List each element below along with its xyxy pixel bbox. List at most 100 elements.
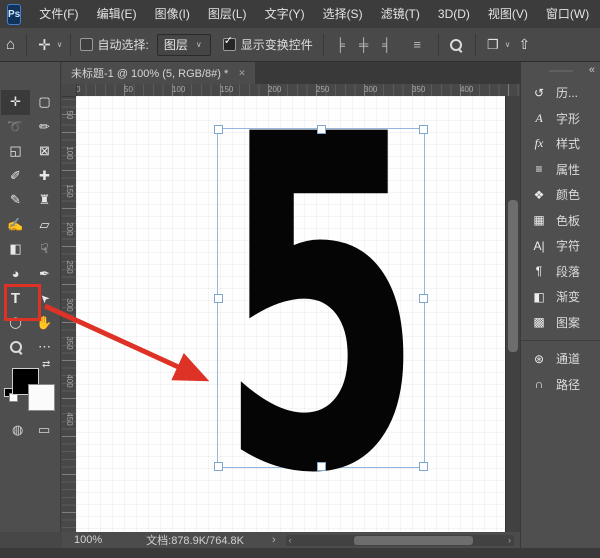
scroll-left-icon[interactable]: ‹ [289, 535, 292, 546]
panel-item-pattern[interactable]: ▩ 图案 [521, 310, 600, 336]
quick-mask-button[interactable]: ◍ [12, 422, 23, 438]
healing-brush-tool[interactable]: ✚ [30, 164, 59, 189]
move-tool[interactable]: ✛ [1, 90, 30, 115]
auto-select-label: 自动选择: [98, 36, 149, 53]
menu-image[interactable]: 图像(I) [146, 0, 199, 28]
transform-handle-mid-left[interactable] [214, 294, 223, 303]
panel-item-gradient[interactable]: ◧ 渐变 [521, 284, 600, 310]
panel-item-glyphs[interactable]: A 字形 [521, 106, 600, 132]
zoom-tool[interactable] [1, 335, 30, 360]
history-brush-tool[interactable]: ✍ [1, 213, 30, 238]
panel-grip[interactable] [549, 70, 573, 72]
gradient-panel-icon: ◧ [530, 290, 548, 304]
move-tool-icon: ✛ [10, 94, 21, 110]
panel-item-color[interactable]: ❖ 颜色 [521, 182, 600, 208]
panel-item-label: 段落 [556, 263, 580, 280]
separator [438, 34, 439, 56]
workspace-icon[interactable]: ❐ [481, 37, 505, 53]
panel-item-paths[interactable]: ∩ 路径 [521, 372, 600, 398]
move-tool-preset-icon[interactable]: ✛ [32, 36, 57, 54]
edit-toolbar-button[interactable]: ⋯ [30, 335, 59, 360]
frame-tool[interactable]: ⊠ [30, 139, 59, 164]
vertical-scrollbar-thumb[interactable] [508, 200, 518, 352]
share-icon[interactable]: ⇧ [513, 36, 537, 53]
swap-colors-icon[interactable]: ⇄ [42, 359, 50, 370]
transform-handle-bottom-center[interactable] [317, 462, 326, 471]
panel-item-history[interactable]: ↺ 历... [521, 80, 600, 106]
menu-window[interactable]: 窗口(W) [537, 0, 598, 28]
separator [70, 34, 71, 56]
brush-tool[interactable]: ✎ [1, 188, 30, 213]
zoom-level-field[interactable]: 100% [74, 534, 102, 546]
brush-tool-icon: ✎ [10, 192, 21, 208]
lasso-tool[interactable]: ➰ [1, 115, 30, 140]
menu-type[interactable]: 文字(Y) [256, 0, 314, 28]
swatches-panel-icon: ▦ [530, 213, 548, 227]
auto-select-checkbox[interactable] [80, 38, 93, 51]
ruler-tick-label: 100 [64, 145, 74, 161]
transform-bounding-box[interactable]: 5 [217, 128, 425, 468]
eraser-tool[interactable]: ▱ [30, 213, 59, 238]
horizontal-scrollbar-thumb[interactable] [354, 536, 473, 545]
eyedropper-tool[interactable]: ✐ [1, 164, 30, 189]
chevron-down-icon[interactable]: ∨ [57, 40, 63, 49]
smudge-tool[interactable]: ☟ [30, 237, 59, 262]
quick-selection-tool[interactable]: ✏ [30, 115, 59, 140]
transform-handle-mid-right[interactable] [419, 294, 428, 303]
panel-item-label: 字形 [556, 110, 580, 127]
clone-stamp-tool[interactable]: ♜ [30, 188, 59, 213]
vertical-scrollbar[interactable] [505, 96, 520, 532]
ruler-tick-label: 400 [460, 85, 473, 94]
gradient-tool-icon: ◧ [9, 241, 21, 257]
menu-filter[interactable]: 滤镜(T) [372, 0, 429, 28]
type-tool-highlight-box [4, 284, 41, 321]
transform-handle-top-center[interactable] [317, 125, 326, 134]
panel-item-paragraph[interactable]: ¶ 段落 [521, 259, 600, 285]
menu-edit[interactable]: 编辑(E) [88, 0, 146, 28]
window-bottom-edge [0, 548, 600, 558]
menu-layer[interactable]: 图层(L) [199, 0, 256, 28]
clone-stamp-tool-icon: ♜ [39, 192, 51, 208]
panel-item-swatches[interactable]: ▦ 色板 [521, 208, 600, 234]
crop-tool-icon: ◱ [9, 143, 21, 159]
menu-file[interactable]: 文件(F) [30, 0, 87, 28]
auto-select-target-dropdown[interactable]: 图层 ∨ [157, 34, 211, 56]
pen-tool[interactable]: ✒ [30, 262, 59, 287]
scroll-right-icon[interactable]: › [508, 535, 511, 546]
ruler-tick-label: 450 [64, 411, 74, 427]
screen-mode-button[interactable]: ▭ [38, 422, 50, 438]
chevron-down-icon[interactable]: ∨ [505, 40, 511, 49]
status-bar: 100% 文档:878.9K/764.8K › ‹ › [62, 532, 520, 548]
menu-3d[interactable]: 3D(D) [429, 0, 479, 28]
collapse-panels-icon[interactable]: « [589, 64, 595, 76]
vertical-ruler[interactable]: 50 100 150 200 250 300 350 400 450 [62, 96, 77, 532]
home-icon[interactable]: ⌂ [0, 36, 21, 53]
rectangular-marquee-tool[interactable]: ▢ [30, 90, 59, 115]
gradient-tool[interactable]: ◧ [1, 237, 30, 262]
healing-brush-tool-icon: ✚ [39, 168, 50, 184]
panel-item-styles[interactable]: fx 样式 [521, 131, 600, 157]
menu-select[interactable]: 选择(S) [314, 0, 372, 28]
status-popup-chevron-icon[interactable]: › [272, 534, 276, 546]
menu-view[interactable]: 视图(V) [479, 0, 537, 28]
panel-item-label: 颜色 [556, 186, 580, 203]
panel-item-label: 图案 [556, 314, 580, 331]
panel-item-character[interactable]: A| 字符 [521, 233, 600, 259]
search-icon[interactable] [450, 39, 462, 51]
dodge-tool-icon: ◕ [12, 266, 20, 281]
ruler-tick-label: 350 [64, 335, 74, 351]
crop-tool[interactable]: ◱ [1, 139, 30, 164]
eyedropper-tool-icon: ✐ [10, 168, 21, 184]
document-canvas[interactable]: 5 [76, 96, 505, 532]
transform-handle-bottom-right[interactable] [419, 462, 428, 471]
panel-item-properties[interactable]: ≡ 属性 [521, 157, 600, 183]
panel-item-label: 路径 [556, 376, 580, 393]
transform-handle-top-right[interactable] [419, 125, 428, 134]
transform-handle-bottom-left[interactable] [214, 462, 223, 471]
dodge-tool[interactable]: ◕ [1, 262, 30, 287]
transform-handle-top-left[interactable] [214, 125, 223, 134]
background-color-swatch[interactable] [28, 384, 55, 411]
eraser-tool-icon: ▱ [40, 217, 50, 233]
horizontal-scrollbar[interactable]: ‹ › [286, 535, 514, 546]
panel-item-channels[interactable]: ⊛ 通道 [521, 346, 600, 372]
